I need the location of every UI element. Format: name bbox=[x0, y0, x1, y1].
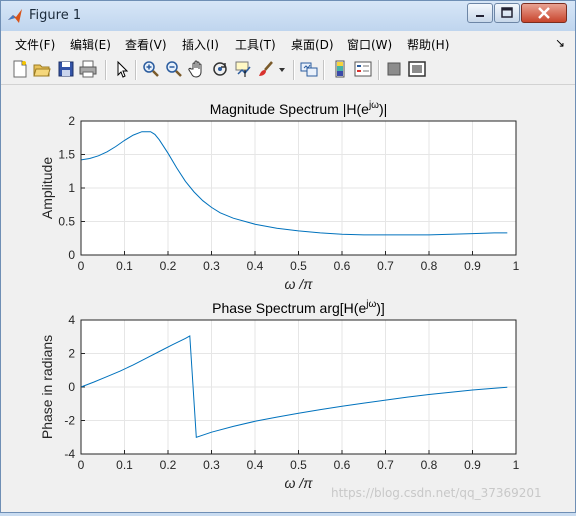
menu-window[interactable]: 窗口(W) bbox=[347, 36, 392, 53]
y-tick-label: 2 bbox=[68, 114, 75, 128]
matlab-logo-icon bbox=[8, 9, 22, 23]
x-tick-label: 0.4 bbox=[247, 259, 264, 273]
menu-edit[interactable]: 编辑(E) bbox=[70, 36, 111, 53]
new-figure-icon[interactable] bbox=[11, 60, 29, 78]
axes-1[interactable]: 0 0.1 0.2 0.3 0.4 0.5 0.6 0.7 0.8 0.9 1 0 0.5 1 1.5 2 Ma… bbox=[39, 100, 520, 292]
chart-title: Phase Spectrum arg[H(ejω)] bbox=[212, 299, 385, 316]
x-tick-label: 0.6 bbox=[334, 458, 351, 472]
y-tick-label: 4 bbox=[68, 313, 75, 327]
menu-file[interactable]: 文件(F) bbox=[15, 36, 55, 53]
colorbar-icon[interactable] bbox=[331, 60, 349, 78]
menu-help[interactable]: 帮助(H) bbox=[407, 36, 449, 53]
watermark: https://blog.csdn.net/qq_37369201 bbox=[331, 486, 542, 500]
axes-2[interactable]: 0 0.1 0.2 0.3 0.4 0.5 0.6 0.7 0.8 0.9 1 -4 -2 0 2 4 Phas… bbox=[39, 299, 520, 491]
x-tick-label: 0.7 bbox=[377, 458, 394, 472]
legend-icon[interactable] bbox=[354, 60, 372, 78]
figure-toolbar bbox=[1, 56, 575, 85]
toolbar-separator bbox=[135, 60, 137, 80]
pointer-icon[interactable] bbox=[113, 60, 131, 78]
x-tick-label: 0.9 bbox=[464, 458, 481, 472]
x-tick-label: 0.1 bbox=[116, 259, 133, 273]
open-file-icon[interactable] bbox=[33, 60, 51, 78]
show-plot-tools-icon[interactable] bbox=[408, 60, 426, 78]
y-tick-label: 1.5 bbox=[58, 148, 75, 162]
y-tick-label: -2 bbox=[64, 414, 75, 428]
x-tick-label: 0.1 bbox=[116, 458, 133, 472]
x-tick-label: 0.6 bbox=[334, 259, 351, 273]
hide-plot-tools-icon[interactable] bbox=[385, 60, 403, 78]
toolbar-separator bbox=[378, 60, 380, 80]
close-button[interactable] bbox=[521, 3, 567, 23]
x-axis-label: ω /π bbox=[284, 276, 313, 292]
x-tick-label: 0.3 bbox=[203, 259, 220, 273]
x-tick-label: 0 bbox=[78, 259, 85, 273]
y-tick-label: 2 bbox=[68, 347, 75, 361]
x-tick-label: 1 bbox=[513, 458, 520, 472]
y-tick-label: 0 bbox=[68, 380, 75, 394]
y-tick-label: 1 bbox=[68, 181, 75, 195]
title-bar[interactable]: Figure 1 bbox=[1, 1, 575, 31]
y-tick-label: -4 bbox=[64, 447, 75, 461]
y-axis-label: Amplitude bbox=[39, 157, 55, 219]
save-icon[interactable] bbox=[57, 60, 75, 78]
rotate-3d-icon[interactable] bbox=[211, 60, 229, 78]
x-tick-label: 0.8 bbox=[421, 259, 438, 273]
dock-arrow-icon[interactable]: ↘ bbox=[555, 36, 565, 50]
pan-hand-icon[interactable] bbox=[188, 60, 206, 78]
zoom-out-icon[interactable] bbox=[165, 60, 183, 78]
x-tick-label: 0.2 bbox=[160, 458, 177, 472]
close-icon bbox=[538, 7, 550, 19]
data-cursor-icon[interactable] bbox=[234, 60, 252, 78]
menu-tools[interactable]: 工具(T) bbox=[235, 36, 276, 53]
menu-view[interactable]: 查看(V) bbox=[125, 36, 167, 53]
window-title: Figure 1 bbox=[29, 8, 82, 23]
menu-insert[interactable]: 插入(I) bbox=[182, 36, 219, 53]
minimize-icon bbox=[476, 15, 484, 17]
minimize-button[interactable] bbox=[467, 3, 493, 23]
x-tick-label: 0.7 bbox=[377, 259, 394, 273]
x-tick-label: 0.5 bbox=[290, 259, 307, 273]
x-tick-label: 0.9 bbox=[464, 259, 481, 273]
toolbar-separator bbox=[323, 60, 325, 80]
maximize-icon bbox=[501, 7, 513, 18]
x-tick-label: 0.3 bbox=[203, 458, 220, 472]
figure-plots[interactable]: 0 0.1 0.2 0.3 0.4 0.5 0.6 0.7 0.8 0.9 1 0 0.5 1 1.5 2 Ma… bbox=[1, 85, 575, 512]
x-tick-label: 0.5 bbox=[290, 458, 307, 472]
x-axis-label: ω /π bbox=[284, 475, 313, 491]
toolbar-separator bbox=[105, 60, 107, 80]
x-tick-label: 0.8 bbox=[421, 458, 438, 472]
figure-canvas[interactable]: 0 0.1 0.2 0.3 0.4 0.5 0.6 0.7 0.8 0.9 1 0 0.5 1 1.5 2 Ma… bbox=[1, 85, 575, 512]
brush-dropdown-icon[interactable] bbox=[277, 60, 287, 78]
x-tick-label: 0.4 bbox=[247, 458, 264, 472]
print-icon[interactable] bbox=[79, 60, 97, 78]
figure-window: Figure 1 文件(F) 编辑(E) 查看(V) 插入(I) 工具(T) 桌… bbox=[0, 0, 576, 513]
y-axis-label: Phase in radians bbox=[39, 335, 55, 439]
link-plot-icon[interactable] bbox=[300, 60, 318, 78]
toolbar-separator bbox=[293, 60, 295, 80]
y-tick-label: 0 bbox=[68, 248, 75, 262]
x-tick-label: 0.2 bbox=[160, 259, 177, 273]
x-tick-label: 0 bbox=[78, 458, 85, 472]
menu-bar: 文件(F) 编辑(E) 查看(V) 插入(I) 工具(T) 桌面(D) 窗口(W… bbox=[1, 32, 575, 54]
y-tick-label: 0.5 bbox=[58, 215, 75, 229]
zoom-in-icon[interactable] bbox=[142, 60, 160, 78]
maximize-button[interactable] bbox=[494, 3, 520, 23]
x-tick-label: 1 bbox=[513, 259, 520, 273]
chart-title: Magnitude Spectrum |H(ejω)| bbox=[210, 100, 388, 117]
menu-desktop[interactable]: 桌面(D) bbox=[291, 36, 334, 53]
brush-icon[interactable] bbox=[257, 60, 275, 78]
